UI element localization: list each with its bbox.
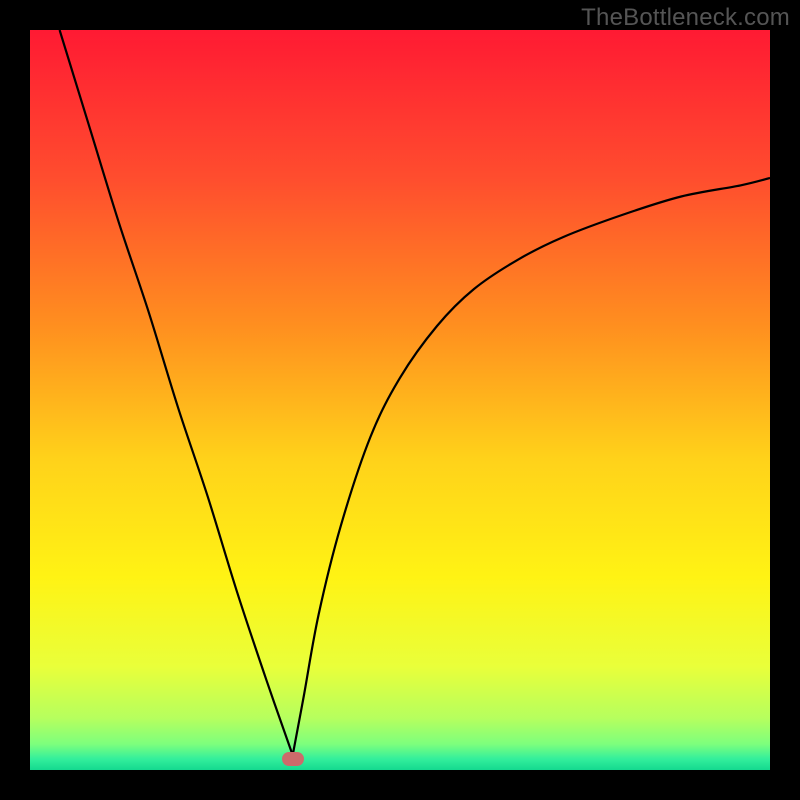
optimum-marker [282, 752, 304, 766]
watermark-text: TheBottleneck.com [581, 4, 790, 32]
gradient-background [30, 30, 770, 770]
bottleneck-chart [30, 30, 770, 770]
chart-frame [30, 30, 770, 770]
